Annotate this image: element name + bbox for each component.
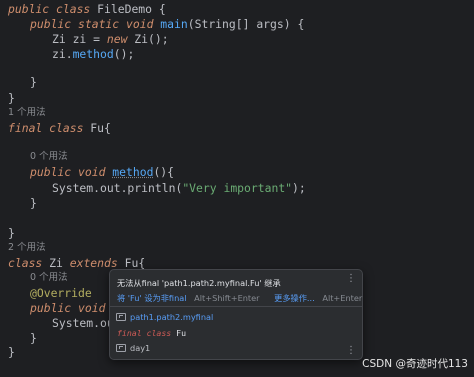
shortcut-label: Alt+Shift+Enter xyxy=(194,293,260,303)
code-line: } xyxy=(8,345,15,359)
more-options-icon[interactable]: ⋮ xyxy=(346,274,356,284)
quick-fix-actions: 将 'Fu' 设为非final Alt+Shift+Enter 更多操作... … xyxy=(117,292,362,304)
code-line: } xyxy=(30,75,37,89)
code-line: } xyxy=(30,331,37,345)
watermark: CSDN @奇迹时代113 xyxy=(362,358,468,370)
error-highlight[interactable]: Fu xyxy=(125,256,139,270)
more-actions-link[interactable]: 更多操作... xyxy=(274,293,315,303)
popup-options-icon[interactable]: ⋮ xyxy=(346,346,356,356)
popup-title: 无法从final 'path1.path2.myfinal.Fu' 继承 xyxy=(117,278,281,288)
module-icon xyxy=(116,344,126,352)
code-line: System.out.println("Very important"); xyxy=(52,181,306,195)
declaration-preview: final class Fu xyxy=(117,328,187,338)
package-icon xyxy=(116,313,126,321)
package-link[interactable]: path1.path2.myfinal xyxy=(116,312,213,322)
code-line: } xyxy=(30,196,37,210)
module-label: day1 xyxy=(116,343,150,353)
shortcut-label: Alt+Enter xyxy=(322,293,363,303)
code-line: zi.method(); xyxy=(52,47,135,61)
error-popup: 无法从final 'path1.path2.myfinal.Fu' 继承 ⋮ 将… xyxy=(109,269,363,360)
divider xyxy=(110,306,362,307)
make-non-final-action[interactable]: 将 'Fu' 设为非final xyxy=(117,293,187,303)
code-line: final class Fu{ xyxy=(8,121,111,135)
